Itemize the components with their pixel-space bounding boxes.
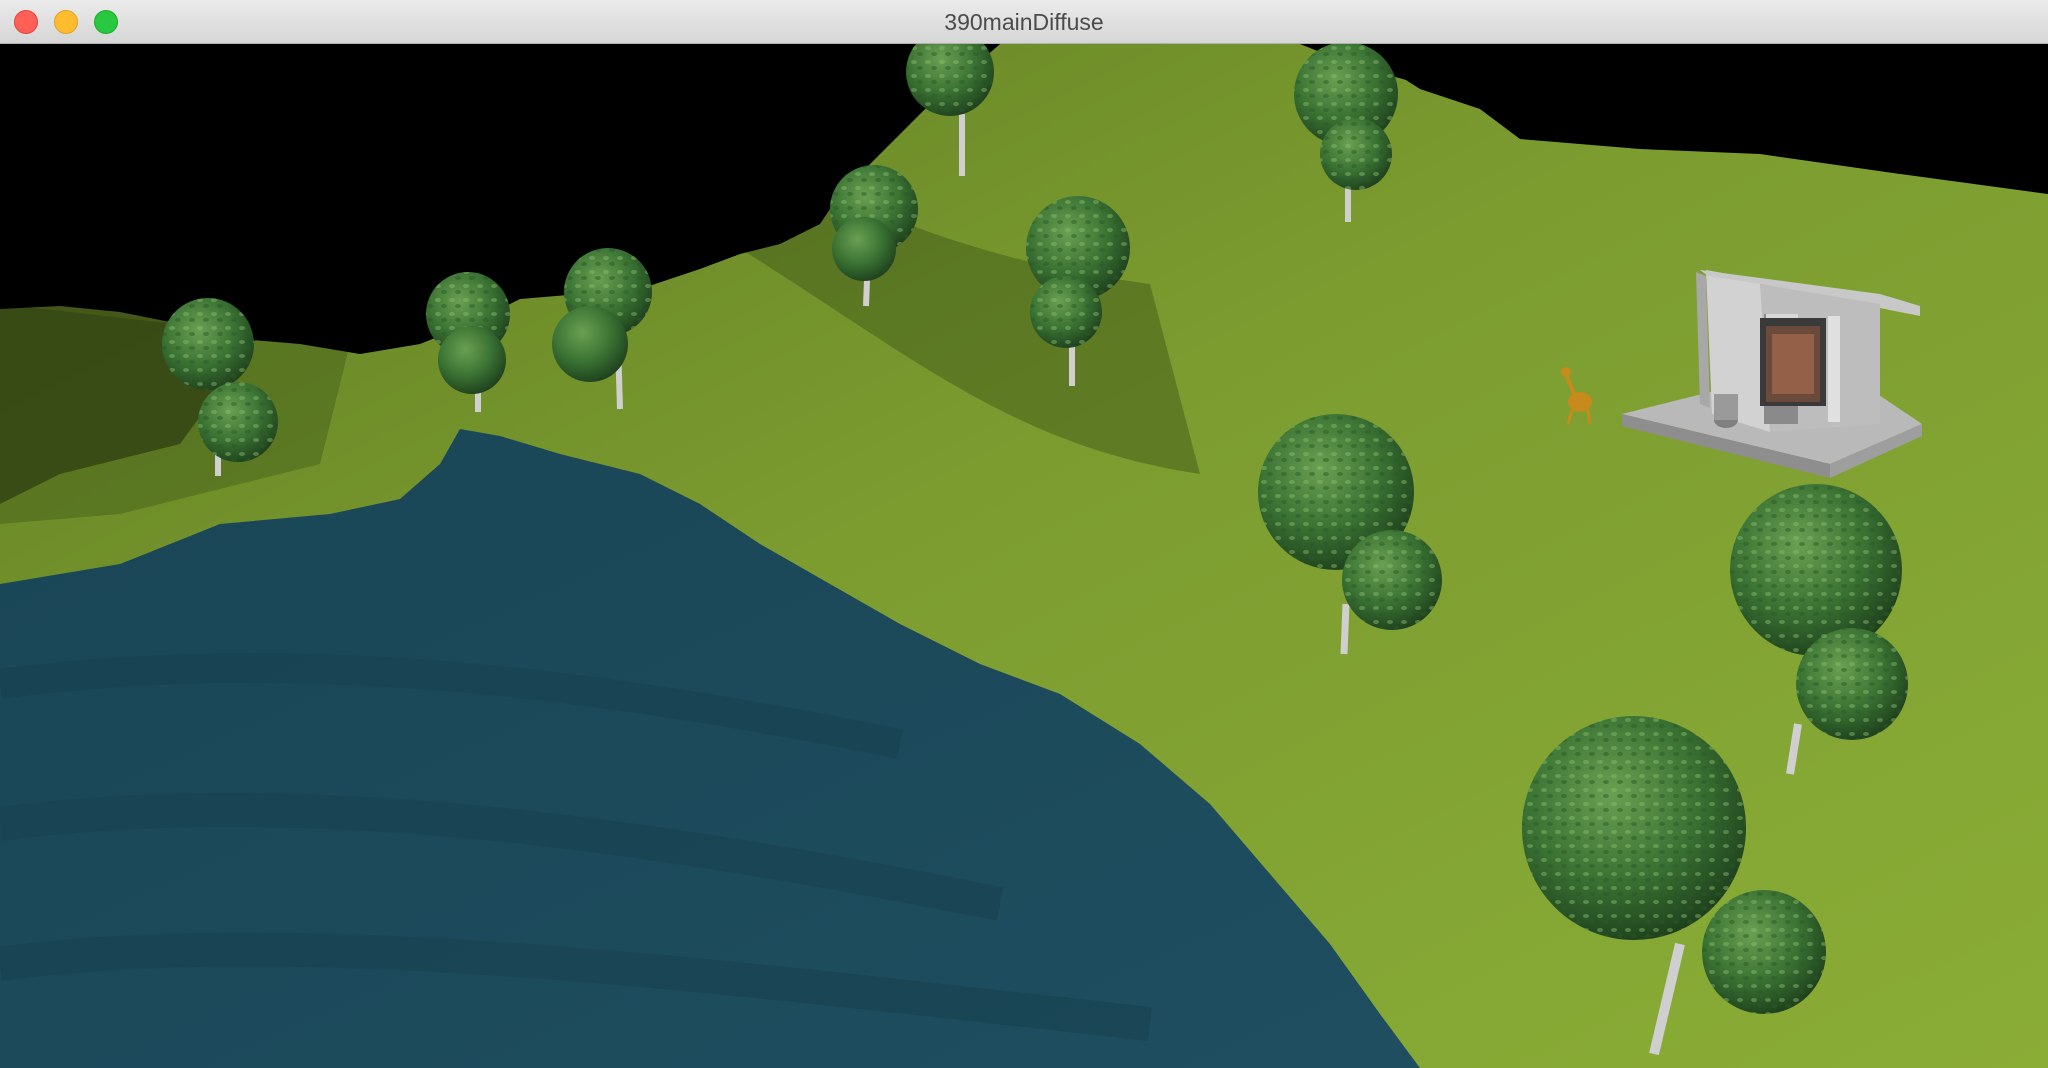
window-title: 390mainDiffuse	[944, 9, 1104, 35]
app-window: 390mainDiffuse	[0, 0, 2048, 1068]
title-bar[interactable]: 390mainDiffuse	[0, 0, 2048, 44]
render-viewport[interactable]	[0, 44, 2048, 1068]
scene-canvas[interactable]	[0, 44, 2048, 1068]
